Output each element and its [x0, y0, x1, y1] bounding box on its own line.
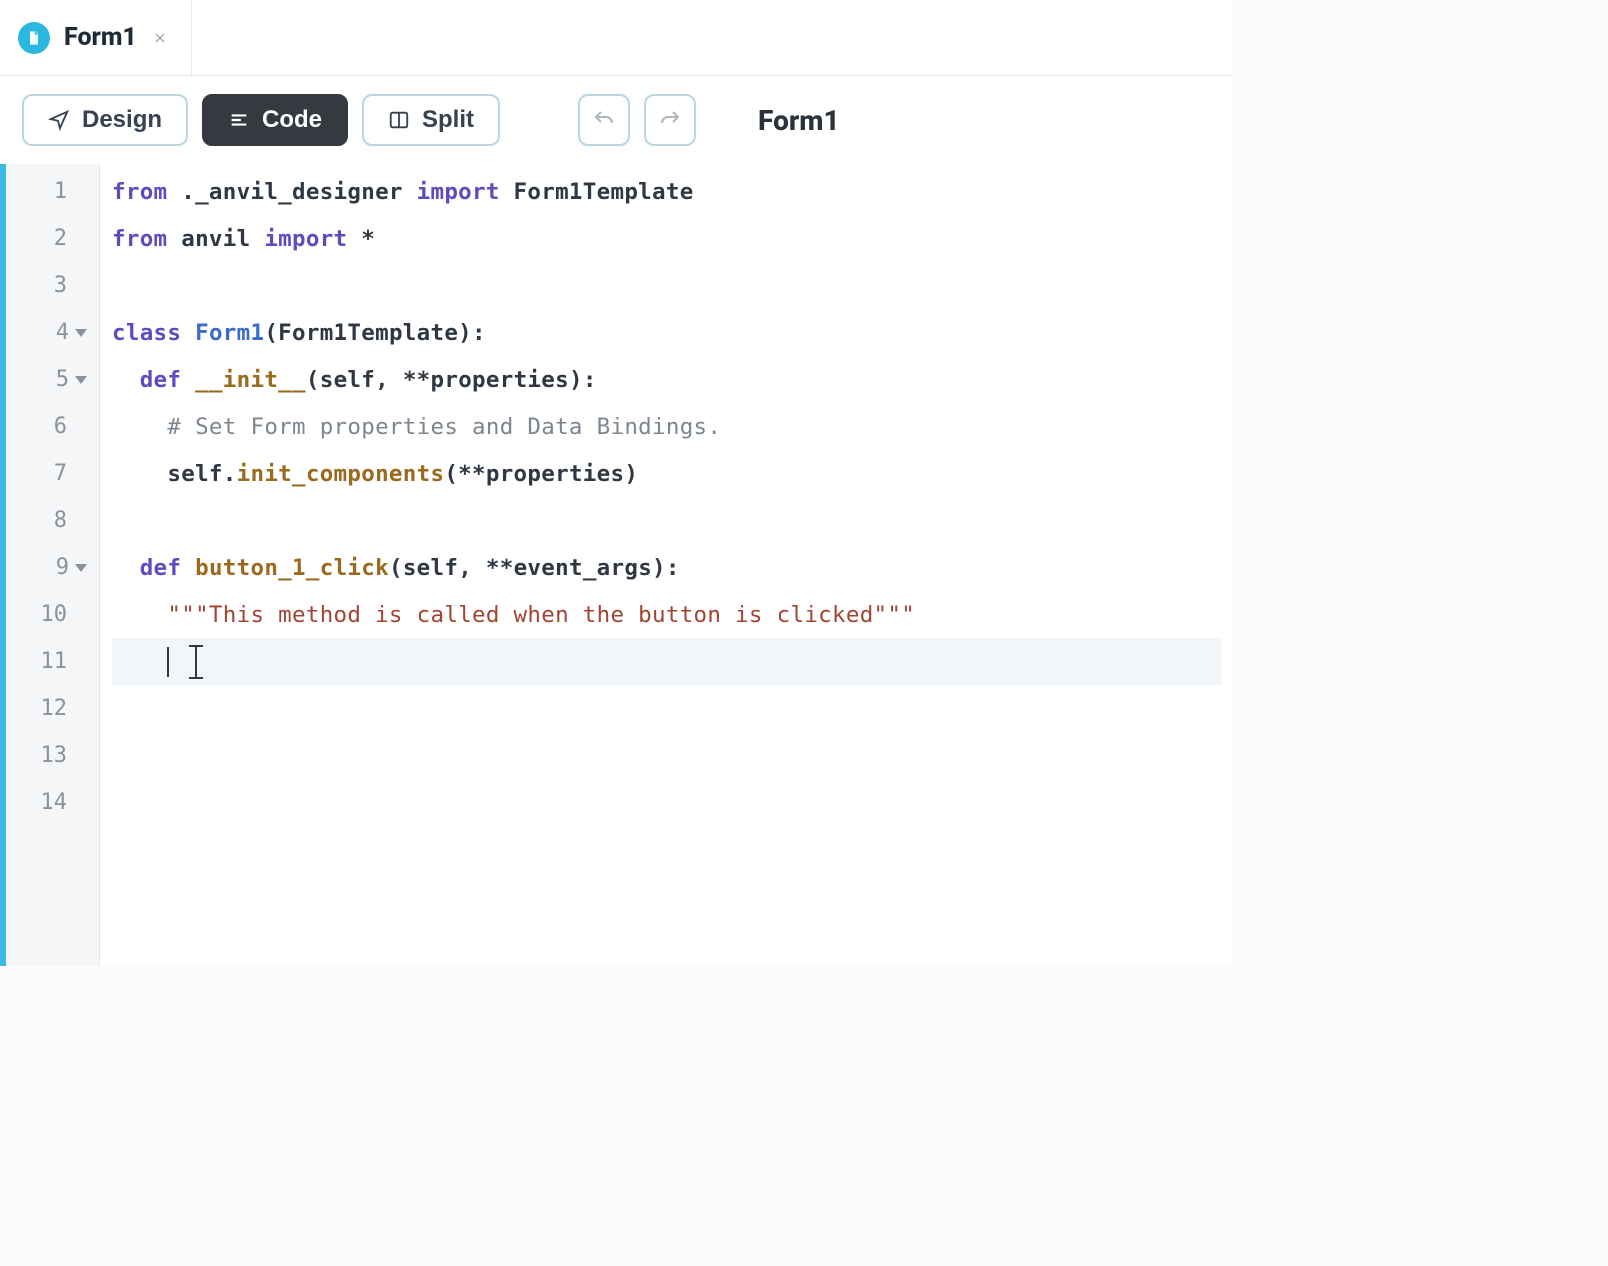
fn-name: button_1_click [195, 555, 389, 581]
tok: ._anvil_designer [167, 179, 416, 205]
tok: Form1Template [500, 179, 694, 205]
tok: self. [167, 461, 236, 487]
close-icon[interactable] [151, 29, 169, 47]
tab-title: Form1 [64, 23, 137, 52]
split-button[interactable]: Split [362, 94, 500, 146]
line-number: 14 [6, 779, 99, 826]
line-number: 11 [6, 638, 99, 685]
tok: anvil [167, 226, 264, 252]
tab-form1[interactable]: Form1 [0, 0, 192, 75]
class-name: Form1 [195, 320, 264, 346]
undo-button[interactable] [578, 94, 630, 146]
tab-bar: Form1 [0, 0, 1232, 76]
line-number: 8 [6, 497, 99, 544]
tok: (**properties) [444, 461, 638, 487]
comment: # Set Form properties and Data Bindings. [167, 414, 721, 440]
code-area[interactable]: from ._anvil_designer import Form1Templa… [100, 164, 1232, 966]
code-editor[interactable]: 1234567891011121314 from ._anvil_designe… [0, 164, 1232, 966]
line-number: 1 [6, 168, 99, 215]
kw-def: def [140, 367, 182, 393]
design-label: Design [82, 106, 162, 134]
line-number: 13 [6, 732, 99, 779]
text-caret [167, 647, 169, 677]
line-number: 10 [6, 591, 99, 638]
fn-name: init_components [237, 461, 445, 487]
line-number: 3 [6, 262, 99, 309]
kw-import: import [264, 226, 347, 252]
tok: (Form1Template): [264, 320, 486, 346]
kw-def: def [140, 555, 182, 581]
page-title: Form1 [758, 104, 840, 137]
tok: (self, **event_args): [389, 555, 680, 581]
line-number: 12 [6, 685, 99, 732]
line-number: 4 [6, 309, 99, 356]
form-icon [18, 22, 50, 54]
split-label: Split [422, 106, 474, 134]
line-number: 6 [6, 403, 99, 450]
ibeam-cursor-icon [189, 647, 203, 677]
fold-icon[interactable] [75, 376, 87, 384]
redo-button[interactable] [644, 94, 696, 146]
fn-init: __init__ [195, 367, 306, 393]
kw-class: class [112, 320, 181, 346]
docstring: """This method is called when the button… [167, 602, 915, 628]
tok: (self, **properties): [306, 367, 597, 393]
fold-icon[interactable] [75, 564, 87, 572]
line-number: 9 [6, 544, 99, 591]
code-label: Code [262, 106, 322, 134]
fold-icon[interactable] [75, 329, 87, 337]
code-button[interactable]: Code [202, 94, 348, 146]
kw-from: from [112, 226, 167, 252]
line-number: 5 [6, 356, 99, 403]
toolbar: Design Code Split Form1 [0, 76, 1232, 164]
line-number: 2 [6, 215, 99, 262]
line-gutter: 1234567891011121314 [6, 164, 100, 966]
tok: * [347, 226, 375, 252]
kw-import: import [417, 179, 500, 205]
kw-from: from [112, 179, 167, 205]
design-button[interactable]: Design [22, 94, 188, 146]
line-number: 7 [6, 450, 99, 497]
